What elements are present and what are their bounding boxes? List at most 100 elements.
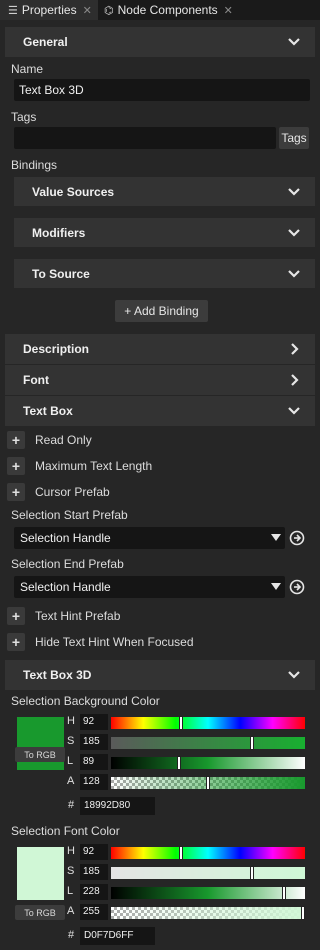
close-icon[interactable]: ✕ (83, 4, 92, 17)
slider-handle[interactable] (250, 736, 254, 750)
alpha-slider[interactable] (111, 776, 305, 790)
chevron-down-icon (288, 229, 300, 237)
lightness-value[interactable]: 228 (80, 884, 108, 900)
hex-value-field[interactable]: 18992D80 (80, 797, 155, 815)
text-hint-prefab-label: Text Hint Prefab (35, 609, 121, 623)
read-only-label: Read Only (35, 433, 92, 447)
chevron-right-icon (291, 374, 299, 386)
go-to-arrow-icon[interactable] (289, 579, 305, 595)
slider-handle[interactable] (179, 716, 183, 730)
section-description[interactable]: Description (5, 334, 315, 364)
hex-hash-label: # (68, 929, 75, 941)
section-font[interactable]: Font (5, 365, 315, 395)
add-binding-button[interactable]: + Add Binding (115, 300, 208, 322)
hue-value[interactable]: 92 (80, 714, 108, 730)
lightness-value[interactable]: 89 (80, 754, 108, 770)
section-text-box[interactable]: Text Box (5, 396, 315, 426)
plus-icon[interactable]: + (7, 431, 25, 449)
saturation-label: S (67, 865, 75, 877)
section-text-box-title: Text Box (23, 404, 73, 418)
selection-end-value: Selection Handle (20, 580, 111, 594)
saturation-slider[interactable] (111, 736, 305, 750)
alpha-label: A (67, 905, 75, 917)
slider-handle[interactable] (250, 866, 254, 880)
selection-font-color-label: Selection Font Color (11, 824, 120, 838)
hue-label: H (67, 715, 75, 727)
slider-handle[interactable] (282, 886, 286, 900)
plus-icon[interactable]: + (7, 633, 25, 651)
slider-handle[interactable] (301, 906, 305, 920)
node-components-icon: ⌬ (104, 4, 114, 17)
tags-field[interactable] (14, 127, 276, 149)
plus-icon[interactable]: + (7, 607, 25, 625)
section-text-box-3d-title: Text Box 3D (23, 668, 92, 682)
hue-slider[interactable] (111, 846, 305, 860)
selection-end-dropdown[interactable]: Selection Handle (14, 576, 285, 598)
go-to-arrow-icon[interactable] (289, 530, 305, 546)
name-label: Name (11, 62, 44, 76)
alpha-value[interactable]: 128 (80, 774, 108, 790)
plus-icon[interactable]: + (7, 483, 25, 501)
color-swatch[interactable] (17, 847, 64, 900)
alpha-slider[interactable] (111, 906, 305, 920)
tab-properties-label: Properties (21, 3, 77, 17)
hue-value[interactable]: 92 (80, 844, 108, 860)
selection-background-color-label: Selection Background Color (11, 694, 160, 708)
saturation-value[interactable]: 185 (80, 864, 108, 880)
color-swatch[interactable] (17, 717, 64, 770)
slider-handle[interactable] (206, 776, 210, 790)
lightness-slider[interactable] (111, 886, 305, 900)
alpha-label: A (67, 775, 75, 787)
chevron-down-icon (288, 270, 300, 278)
tab-node-components[interactable]: ⌬ Node Components ✕ (98, 0, 248, 20)
section-to-source[interactable]: To Source (14, 259, 315, 288)
add-cursor-prefab[interactable]: + Cursor Prefab (7, 483, 110, 501)
selection-end-label: Selection End Prefab (11, 557, 124, 571)
hue-slider[interactable] (111, 716, 305, 730)
chevron-down-icon (288, 407, 300, 415)
add-read-only[interactable]: + Read Only (7, 431, 92, 449)
selection-start-value: Selection Handle (20, 531, 111, 545)
section-value-sources[interactable]: Value Sources (14, 177, 315, 206)
section-to-source-title: To Source (32, 266, 90, 281)
section-modifiers[interactable]: Modifiers (14, 218, 315, 247)
tags-label: Tags (11, 110, 37, 124)
tags-button[interactable]: Tags (279, 127, 309, 149)
section-text-box-3d[interactable]: Text Box 3D (5, 660, 315, 690)
saturation-label: S (67, 735, 75, 747)
slider-handle[interactable] (177, 756, 181, 770)
chevron-down-icon (288, 38, 300, 46)
bindings-label: Bindings (11, 158, 58, 172)
section-modifiers-title: Modifiers (32, 225, 86, 240)
add-maximum-text-length[interactable]: + Maximum Text Length (7, 457, 152, 475)
section-font-title: Font (23, 373, 49, 387)
hide-text-hint-label: Hide Text Hint When Focused (35, 635, 194, 649)
saturation-value[interactable]: 185 (80, 734, 108, 750)
add-text-hint-prefab[interactable]: + Text Hint Prefab (7, 607, 120, 625)
dropdown-arrow-icon (271, 583, 281, 590)
dropdown-arrow-icon (271, 534, 281, 541)
hex-hash-label: # (68, 799, 75, 811)
lightness-label: L (67, 755, 74, 767)
chevron-right-icon (291, 343, 299, 355)
maximum-text-length-label: Maximum Text Length (35, 459, 153, 473)
selection-start-label: Selection Start Prefab (11, 508, 128, 522)
add-hide-text-hint[interactable]: + Hide Text Hint When Focused (7, 633, 194, 651)
cursor-prefab-label: Cursor Prefab (35, 485, 110, 499)
hex-value-field[interactable]: D0F7D6FF (80, 927, 155, 945)
section-description-title: Description (23, 342, 90, 356)
plus-icon[interactable]: + (7, 457, 25, 475)
slider-handle[interactable] (179, 846, 183, 860)
to-rgb-button[interactable]: To RGB (15, 747, 65, 762)
saturation-slider[interactable] (111, 866, 305, 880)
section-value-sources-title: Value Sources (32, 184, 115, 199)
close-icon[interactable]: ✕ (224, 4, 233, 17)
alpha-value[interactable]: 255 (80, 904, 108, 920)
to-rgb-button[interactable]: To RGB (15, 905, 65, 920)
section-general[interactable]: General (5, 27, 315, 57)
tab-properties[interactable]: ☰ Properties ✕ (0, 0, 98, 20)
name-field[interactable]: Text Box 3D (14, 79, 310, 101)
selection-start-dropdown[interactable]: Selection Handle (14, 527, 285, 549)
lightness-slider[interactable] (111, 756, 305, 770)
hue-label: H (67, 845, 75, 857)
